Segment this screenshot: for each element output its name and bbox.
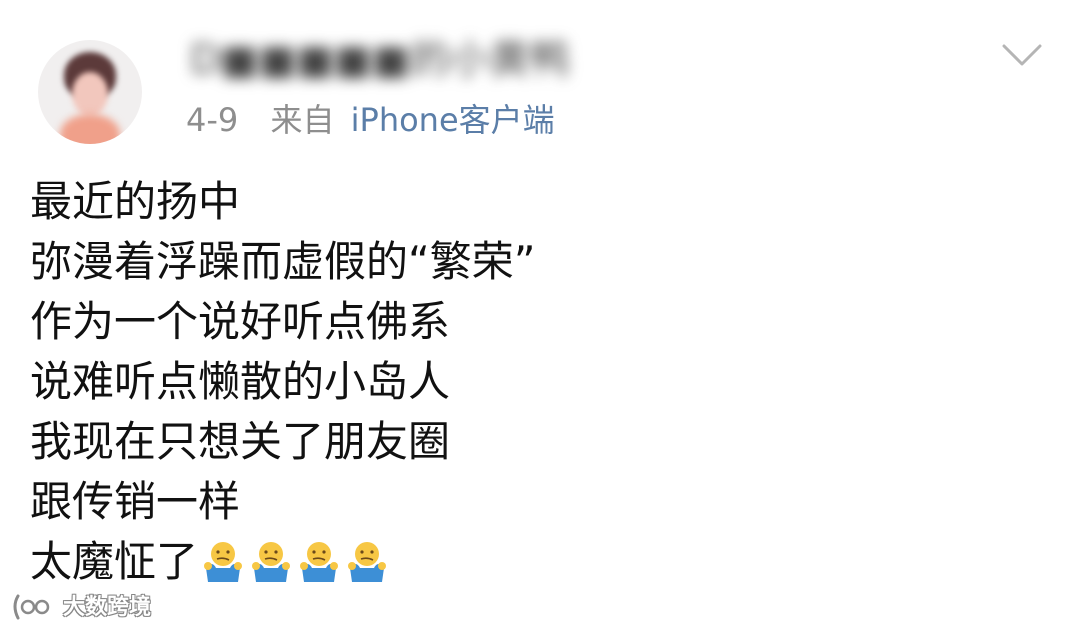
watermark: 大数跨境 (10, 592, 151, 624)
post-meta: 4-9 来自 iPhone客户端 (186, 98, 555, 142)
content-line: 最近的扬中 (30, 177, 241, 226)
shrug-emoji-icon (204, 542, 243, 582)
post-from-label: 来自 (270, 101, 335, 139)
shrug-emoji-icon (300, 542, 339, 582)
shrug-emoji-icon (348, 542, 387, 582)
content-line: 说难听点懒散的小岛人 (30, 357, 451, 406)
chevron-down-icon[interactable] (1000, 40, 1044, 70)
avatar-face (72, 72, 108, 116)
username[interactable]: D■■■■■的小黄鸭 (190, 34, 570, 86)
post-source-link[interactable]: iPhone客户端 (351, 101, 555, 139)
content-line: 我现在只想关了朋友圈 (30, 417, 451, 466)
shrug-emoji-icon (252, 542, 291, 582)
emoji-row (202, 538, 394, 600)
post-date: 4-9 (186, 101, 239, 139)
content-line: 弥漫着浮躁而虚假的“繁荣” (30, 237, 536, 286)
content-line-last: 太魔怔了 (30, 532, 1030, 592)
watermark-logo-icon (13, 594, 50, 620)
weibo-post: D■■■■■的小黄鸭 4-9 来自 iPhone客户端 最近的扬中 弥漫着浮躁而… (0, 0, 1074, 630)
post-content: 最近的扬中 弥漫着浮躁而虚假的“繁荣” 作为一个说好听点佛系 说难听点懒散的小岛… (30, 172, 1030, 592)
avatar-body (60, 114, 120, 144)
watermark-text: 大数跨境 (63, 595, 152, 620)
content-line: 作为一个说好听点佛系 (30, 297, 451, 346)
content-line-text: 太魔怔了 (30, 537, 199, 586)
avatar[interactable] (38, 40, 142, 144)
content-line: 跟传销一样 (30, 477, 241, 526)
